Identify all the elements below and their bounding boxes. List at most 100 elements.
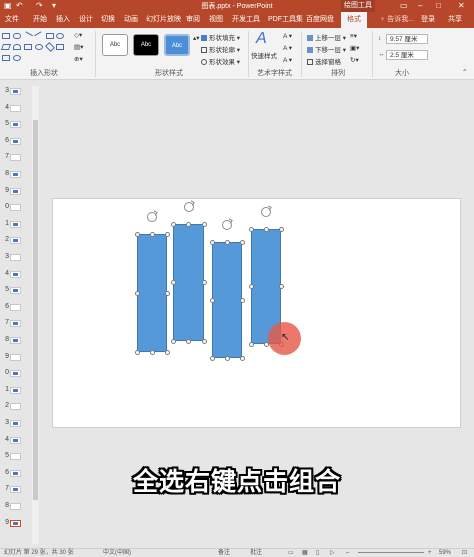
slide-thumbnail[interactable] [10,370,21,378]
slide-thumbnail[interactable] [10,337,21,344]
parallelogram-shape-icon[interactable] [0,44,12,50]
resize-handle[interactable] [134,290,140,296]
align-icon[interactable]: ≡▾ [350,32,357,40]
resize-handle[interactable] [201,221,207,227]
resize-handle[interactable] [186,338,191,344]
resize-handle[interactable] [149,231,155,237]
resize-handle[interactable] [186,221,191,227]
quick-styles-wordart-icon[interactable]: A [256,30,267,48]
merge-shapes-icon[interactable]: ⊕▾ [74,55,83,63]
collapse-ribbon-icon[interactable]: ⌃ [462,68,467,76]
slide-thumbnail[interactable] [10,154,21,162]
slide-thumbnail[interactable] [10,171,21,178]
resize-handle[interactable] [248,226,254,232]
shape-style-preset-blue[interactable]: Abc [164,34,190,56]
tab-developer[interactable]: 开发工具 [232,12,260,28]
text-box-icon[interactable]: ▤▾ [74,43,83,51]
resize-handle[interactable] [134,349,140,355]
slide-thumbnail[interactable] [10,353,21,361]
resize-handle[interactable] [209,239,215,245]
shapes-gallery[interactable] [0,31,66,65]
thumbnail-scrollbar-thumb[interactable] [33,120,38,500]
slide-thumbnail[interactable] [10,121,21,129]
shape-outline-button[interactable]: 形状轮廓 ▾ [201,44,240,54]
arrow-shape-icon[interactable] [34,31,44,41]
quick-styles-label[interactable]: 快速样式 [251,50,277,60]
tab-insert[interactable]: 插入 [56,12,70,28]
slide-thumbnail[interactable] [10,187,21,195]
resize-handle[interactable] [170,338,176,344]
minimize-icon[interactable]: – [418,1,422,10]
selection-pane-button[interactable]: 选择窗格 [307,56,341,66]
shape-effects-button[interactable]: 形状效果 ▾ [201,56,240,66]
shape-fill-button[interactable]: 形状填充 ▾ [201,32,240,42]
resize-handle[interactable] [209,297,215,303]
slide-thumbnail[interactable] [10,104,21,112]
resize-handle[interactable] [170,221,176,227]
diamond-shape-icon[interactable] [45,42,55,52]
slide-thumbnail[interactable] [10,503,21,510]
zoom-slider[interactable] [358,552,424,553]
circle-shape-icon[interactable] [35,44,43,50]
login-link[interactable]: 登录 [421,12,435,28]
resize-handle[interactable] [248,341,254,347]
tab-baidu-netdisk[interactable]: 百度网盘 [306,12,334,28]
tab-home[interactable]: 开始 [33,12,47,28]
slide-thumbnail[interactable] [10,137,21,145]
share-button[interactable]: 共享 [448,12,462,28]
resize-handle[interactable] [224,355,230,361]
send-backward-button[interactable]: 下移一层 ▾ [307,44,346,54]
slide-thumbnail[interactable] [10,386,21,394]
resize-handle[interactable] [170,280,176,285]
slide-thumbnail[interactable] [10,403,21,411]
gallery-scroll-icon[interactable]: ▴▾ [193,34,200,42]
text-outline-icon[interactable]: A ▾ [283,44,292,52]
slide-thumbnail[interactable] [10,220,21,228]
tab-transitions[interactable]: 切换 [101,12,115,28]
line-shape-icon[interactable] [23,31,33,41]
tab-animations[interactable]: 动画 [124,12,138,28]
rectangle-shape[interactable] [173,224,204,341]
tell-me-search[interactable]: ♀ 告诉我... [380,12,414,28]
slide-thumbnail[interactable] [10,204,21,212]
resize-handle[interactable] [224,239,230,245]
slide-thumbnail[interactable] [10,420,21,427]
tab-slideshow[interactable]: 幻灯片放映 [146,12,181,28]
rotate-handle-icon[interactable] [222,220,232,230]
resize-handle[interactable] [239,355,245,361]
rotate-handle-icon[interactable] [261,207,271,217]
close-icon[interactable]: ✕ [458,1,465,10]
resize-handle[interactable] [263,226,269,232]
rotate-icon[interactable]: ↻▾ [350,56,359,64]
tab-view[interactable]: 视图 [209,12,223,28]
rectangle-shape[interactable] [212,242,242,358]
slide-thumbnail[interactable] [10,519,21,527]
resize-handle[interactable] [209,355,215,361]
height-field[interactable]: 9.57 厘米 [386,34,428,44]
slide-thumbnail[interactable] [10,237,21,245]
tab-design[interactable]: 设计 [79,12,93,28]
resize-handle[interactable] [248,284,254,289]
rectangle-shape-icon[interactable] [2,33,10,39]
tab-format[interactable]: 格式 [341,12,367,28]
resize-handle[interactable] [164,349,170,355]
shape-style-preset-white[interactable]: Abc [102,34,128,56]
rectangle-shape[interactable] [137,234,167,352]
slide-thumbnail[interactable] [10,88,21,95]
resize-handle[interactable] [201,338,207,344]
edit-shape-icon[interactable]: ◇▾ [74,31,82,39]
oval-shape-icon[interactable] [56,33,64,39]
star-shape-icon[interactable] [13,55,21,61]
text-effects-icon[interactable]: A ▾ [283,56,292,64]
rounded-rect-shape-icon[interactable] [13,33,21,39]
arc-shape-icon[interactable] [13,44,21,50]
square-shape-icon[interactable] [46,33,54,39]
resize-handle[interactable] [164,231,170,237]
maximize-icon[interactable]: □ [436,1,441,10]
slide-thumbnail[interactable] [10,320,21,328]
text-fill-icon[interactable]: A ▾ [283,32,292,40]
shape-style-preset-black[interactable]: Abc [133,34,159,56]
slide-thumbnail[interactable] [10,436,21,444]
ribbon-display-icon[interactable]: ▭ [400,1,408,10]
resize-handle[interactable] [149,349,155,355]
